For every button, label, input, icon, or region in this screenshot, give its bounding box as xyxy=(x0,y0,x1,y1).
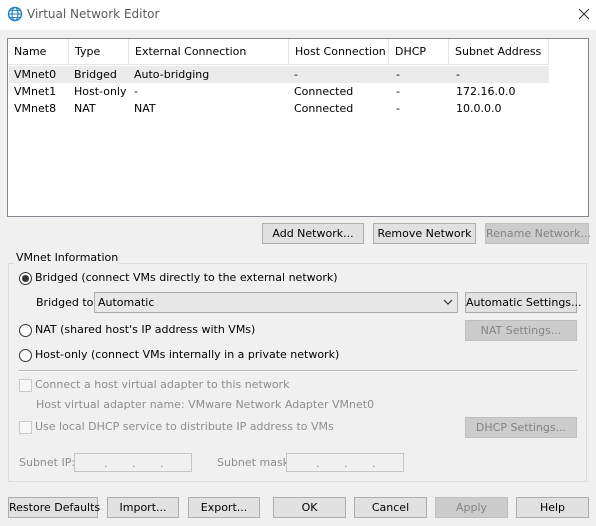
cell-host: Connected xyxy=(294,85,354,98)
dhcp-settings-button[interactable]: DHCP Settings... xyxy=(465,417,577,438)
help-button[interactable]: Help xyxy=(516,497,589,518)
apply-button[interactable]: Apply xyxy=(435,497,508,518)
title-bar: Virtual Network Editor xyxy=(0,0,596,30)
cell-subnet: 10.0.0.0 xyxy=(456,102,502,115)
subnet-mask-label: Subnet mask: xyxy=(217,456,293,469)
cell-name: VMnet8 xyxy=(14,102,57,115)
nat-settings-button[interactable]: NAT Settings... xyxy=(465,320,577,341)
add-network-button[interactable]: Add Network... xyxy=(262,223,364,244)
automatic-settings-button[interactable]: Automatic Settings... xyxy=(465,292,582,313)
cell-dhcp: - xyxy=(396,85,400,98)
adapter-name-label: Host virtual adapter name: VMware Networ… xyxy=(36,398,375,411)
cell-host: Connected xyxy=(294,102,354,115)
dhcp-checkbox[interactable] xyxy=(19,421,32,434)
subnet-mask-field[interactable]: ... xyxy=(286,453,404,472)
column-header-dhcp[interactable]: DHCP xyxy=(389,39,449,65)
bridged-to-value: Automatic xyxy=(98,296,155,309)
list-header: Name Type External Connection Host Conne… xyxy=(8,39,549,65)
table-row[interactable]: VMnet0 Bridged Auto-bridging - - - xyxy=(9,66,549,83)
cell-external: Auto-bridging xyxy=(134,68,210,81)
cell-name: VMnet0 xyxy=(14,68,57,81)
cell-dhcp: - xyxy=(396,102,400,115)
nat-label[interactable]: NAT (shared host's IP address with VMs) xyxy=(35,323,255,337)
cell-subnet: 172.16.0.0 xyxy=(456,85,516,98)
bridged-radio[interactable] xyxy=(19,272,32,285)
network-list[interactable]: Name Type External Connection Host Conne… xyxy=(7,38,589,217)
close-button[interactable] xyxy=(566,3,596,27)
host-only-label[interactable]: Host-only (connect VMs internally in a p… xyxy=(35,348,339,362)
cell-external: - xyxy=(134,85,138,98)
bridged-to-label: Bridged to: xyxy=(36,296,98,309)
cell-external: NAT xyxy=(134,102,156,115)
close-icon xyxy=(578,8,590,20)
bridged-to-select[interactable]: Automatic xyxy=(94,292,458,313)
nat-radio[interactable] xyxy=(19,324,32,337)
chevron-down-icon xyxy=(443,299,453,305)
column-header-name[interactable]: Name xyxy=(8,39,69,65)
import-button[interactable]: Import... xyxy=(107,497,179,518)
dhcp-label[interactable]: Use local DHCP service to distribute IP … xyxy=(35,420,334,434)
subnet-ip-field[interactable]: ... xyxy=(74,453,192,472)
cell-subnet: - xyxy=(456,68,460,81)
cell-type: Host-only xyxy=(74,85,127,98)
cell-host: - xyxy=(294,68,298,81)
column-header-type[interactable]: Type xyxy=(69,39,129,65)
subnet-ip-label: Subnet IP: xyxy=(19,456,76,469)
column-header-subnet[interactable]: Subnet Address xyxy=(449,39,549,65)
cell-type: NAT xyxy=(74,102,96,115)
ok-button[interactable]: OK xyxy=(273,497,346,518)
cancel-button[interactable]: Cancel xyxy=(354,497,427,518)
cell-name: VMnet1 xyxy=(14,85,57,98)
table-row[interactable]: VMnet1 Host-only - Connected - 172.16.0.… xyxy=(9,83,549,100)
restore-defaults-button[interactable]: Restore Defaults xyxy=(8,497,100,518)
cell-dhcp: - xyxy=(396,68,400,81)
cell-type: Bridged xyxy=(74,68,117,81)
separator-highlight xyxy=(18,371,577,372)
globe-icon xyxy=(7,6,23,22)
column-header-host[interactable]: Host Connection xyxy=(289,39,389,65)
table-row[interactable]: VMnet8 NAT NAT Connected - 10.0.0.0 xyxy=(9,100,549,117)
column-header-external[interactable]: External Connection xyxy=(129,39,289,65)
connect-adapter-label[interactable]: Connect a host virtual adapter to this n… xyxy=(35,378,289,392)
rename-network-button[interactable]: Rename Network... xyxy=(485,223,591,244)
host-only-radio[interactable] xyxy=(19,349,32,362)
connect-adapter-checkbox[interactable] xyxy=(19,379,32,392)
group-label: VMnet Information xyxy=(14,251,121,264)
window-title: Virtual Network Editor xyxy=(27,7,160,21)
bridged-label[interactable]: Bridged (connect VMs directly to the ext… xyxy=(35,271,338,285)
export-button[interactable]: Export... xyxy=(188,497,260,518)
remove-network-button[interactable]: Remove Network xyxy=(373,223,476,244)
